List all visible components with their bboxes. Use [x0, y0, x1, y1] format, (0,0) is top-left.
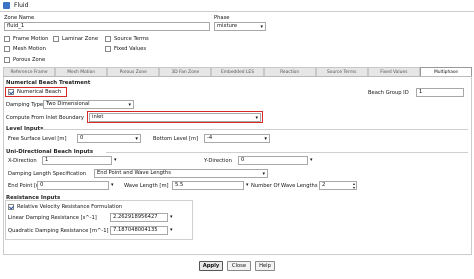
- compute-from-value: inlet: [92, 114, 104, 120]
- zone-name-label: Zone Name: [4, 15, 35, 21]
- chevron-down-icon: ▾: [255, 115, 258, 121]
- damping-type-value: Two Dimensional: [46, 101, 90, 107]
- free-surface-label: Free Surface Level [m]: [8, 136, 67, 142]
- tab-fixed-values[interactable]: Fixed Values: [367, 67, 420, 76]
- tab-porous-zone[interactable]: Porous Zone: [107, 67, 160, 76]
- quadratic-damping-label: Quadratic Damping Resistance [m^-1]: [8, 228, 109, 234]
- divider: [106, 152, 468, 153]
- bottom-level-value: -4: [207, 135, 213, 141]
- chevron-down-icon: ▾: [264, 136, 267, 142]
- free-surface-input[interactable]: 0 ▾: [77, 134, 141, 143]
- num-wave-lengths-label: Number Of Wave Lengths: [251, 183, 318, 189]
- option-laminar-zone[interactable]: Laminar Zone: [53, 36, 98, 42]
- tab-source-terms[interactable]: Source Terms: [315, 67, 368, 76]
- tab-embedded-les[interactable]: Embedded LES: [211, 67, 264, 76]
- y-direction-input[interactable]: 0: [238, 156, 308, 165]
- chevron-down-icon[interactable]: ▾: [246, 182, 249, 188]
- y-direction-value: 0: [241, 157, 245, 163]
- damping-spec-label: Damping Length Specification: [8, 171, 87, 177]
- title-bar: Fluid: [0, 0, 474, 12]
- damping-type-label: Damping Type: [6, 102, 44, 108]
- checkbox[interactable]: [105, 46, 111, 52]
- uni-inputs-title: Uni-Directional Beach Inputs: [6, 149, 94, 155]
- compute-from-label: Compute From Inlet Boundary: [6, 115, 84, 121]
- level-inputs-title: Level Inputs: [6, 126, 44, 132]
- numerical-beach-checkbox[interactable]: [8, 89, 14, 95]
- option-porous-zone[interactable]: Porous Zone: [4, 57, 45, 63]
- bottom-level-input[interactable]: -4 ▾: [204, 134, 270, 143]
- window-title: Fluid: [14, 2, 29, 9]
- phase-label: Phase: [214, 15, 230, 21]
- zone-name-input[interactable]: fluid_1: [4, 22, 210, 31]
- y-direction-label: Y-Direction: [204, 158, 232, 164]
- checkbox[interactable]: [4, 46, 10, 52]
- chevron-down-icon[interactable]: ▾: [310, 157, 313, 163]
- chevron-down-icon[interactable]: ▾: [170, 227, 173, 233]
- free-surface-value: 0: [80, 135, 84, 141]
- chevron-down-icon: ▾: [262, 171, 265, 177]
- linear-damping-value: 2.262918956427: [113, 214, 158, 220]
- end-point-value: 0: [40, 182, 44, 188]
- numerical-beach-label: Numerical Beach: [17, 89, 62, 95]
- option-mesh-motion[interactable]: Mesh Motion: [4, 46, 46, 52]
- option-frame-motion[interactable]: Frame Motion: [4, 36, 48, 42]
- option-fixed-values[interactable]: Fixed Values: [105, 46, 146, 52]
- apply-button[interactable]: Apply: [199, 261, 223, 271]
- tab-reference-frame[interactable]: Reference Frame: [3, 67, 56, 76]
- linear-damping-label: Linear Damping Resistance [s^-1]: [8, 215, 97, 221]
- damping-spec-value: End Point and Wave Lengths: [97, 170, 171, 176]
- tab-multiphase[interactable]: Multiphase: [419, 67, 472, 76]
- help-button[interactable]: Help: [255, 261, 275, 271]
- tab-3d-fan-zone[interactable]: 3D Fan Zone: [159, 67, 212, 76]
- divider: [40, 129, 468, 130]
- beach-section-title: Numerical Beach Treatment: [6, 80, 91, 86]
- num-wave-lengths-input[interactable]: 2 ▴ ▾: [319, 181, 357, 190]
- quadratic-damping-value: 7.187048004135: [113, 227, 158, 233]
- spinner-icon[interactable]: ▴ ▾: [353, 182, 355, 189]
- bottom-level-label: Bottom Level [m]: [153, 136, 199, 142]
- checkbox[interactable]: [4, 57, 10, 63]
- x-direction-value: 1: [45, 157, 49, 163]
- checkbox[interactable]: [105, 36, 111, 42]
- beach-group-id-value: 1: [419, 89, 423, 95]
- option-source-terms[interactable]: Source Terms: [105, 36, 149, 42]
- wave-length-input[interactable]: 5.5: [172, 181, 244, 190]
- checkbox[interactable]: [53, 36, 59, 42]
- wave-length-label: Wave Length [m]: [124, 183, 169, 189]
- damping-type-dropdown[interactable]: Two Dimensional ▾: [43, 100, 134, 109]
- chevron-down-icon[interactable]: ▾: [114, 157, 117, 163]
- beach-group-id-input[interactable]: 1 ▴▾: [416, 88, 464, 97]
- quadratic-damping-input[interactable]: 7.187048004135: [110, 226, 168, 235]
- tab-reaction[interactable]: Reaction: [263, 67, 316, 76]
- relative-velocity-label: Relative Velocity Resistance Formulation: [17, 204, 123, 210]
- tab-bar: Reference Frame Mesh Motion Porous Zone …: [3, 67, 472, 77]
- beach-group-id-label: Beach Group ID: [368, 90, 409, 96]
- relative-velocity-checkbox[interactable]: [8, 204, 14, 210]
- chevron-down-icon: ▾: [128, 102, 131, 108]
- x-direction-label: X-Direction: [8, 158, 37, 164]
- linear-damping-input[interactable]: 2.262918956427: [110, 213, 168, 222]
- wave-length-value: 5.5: [175, 182, 184, 188]
- damping-spec-dropdown[interactable]: End Point and Wave Lengths ▾: [94, 169, 268, 178]
- chevron-down-icon[interactable]: ▾: [170, 214, 173, 220]
- phase-value: mixture: [217, 23, 238, 29]
- phase-dropdown[interactable]: mixture ▾: [214, 22, 266, 31]
- chevron-down-icon[interactable]: ▾: [111, 182, 114, 188]
- close-button[interactable]: Close: [227, 261, 251, 271]
- compute-from-dropdown[interactable]: inlet ▾: [89, 113, 261, 122]
- chevron-down-icon: ▾: [260, 24, 263, 30]
- numerical-beach-checkbox-row[interactable]: Numerical Beach: [5, 87, 67, 97]
- chevron-down-icon: ▾: [135, 136, 138, 142]
- tab-mesh-motion[interactable]: Mesh Motion: [55, 67, 108, 76]
- end-point-input[interactable]: 0: [37, 181, 109, 190]
- x-direction-input[interactable]: 1: [42, 156, 112, 165]
- app-icon: [3, 2, 10, 9]
- num-wave-lengths-value: 2: [322, 182, 326, 188]
- checkbox[interactable]: [4, 36, 10, 42]
- relative-velocity-row[interactable]: Relative Velocity Resistance Formulation: [8, 204, 122, 210]
